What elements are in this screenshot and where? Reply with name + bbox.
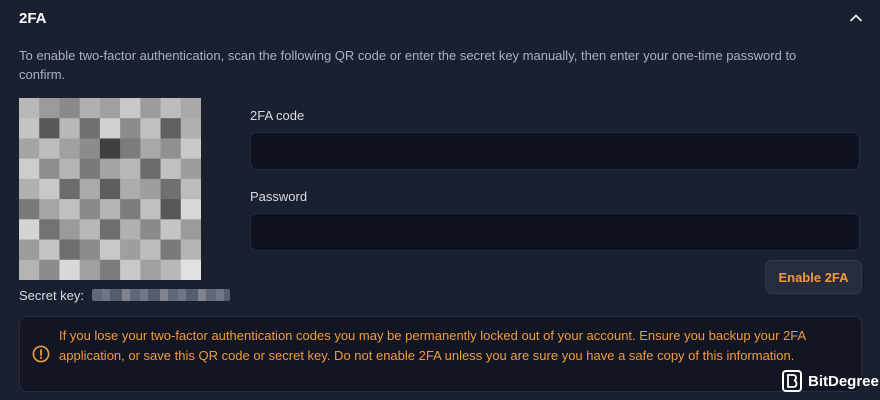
qr-cell <box>19 239 40 261</box>
qr-cell <box>160 118 182 139</box>
secret-key-label: Secret key: <box>19 287 85 303</box>
qr-cell <box>19 199 40 220</box>
qr-cell <box>160 259 182 280</box>
qr-cell <box>99 118 121 139</box>
qr-cell <box>160 138 182 160</box>
alert-circle-icon <box>32 345 50 363</box>
qr-cell <box>140 138 162 160</box>
password-input[interactable] <box>250 213 860 251</box>
qr-cell <box>39 158 60 180</box>
qr-cell <box>99 219 121 241</box>
secret-key-row: Secret key: <box>19 286 231 304</box>
qr-cell <box>140 239 162 261</box>
qr-cell <box>180 158 201 180</box>
qr-cell <box>140 259 162 280</box>
qr-cell <box>99 259 121 280</box>
qr-cell <box>59 219 81 241</box>
qr-cell <box>120 239 141 261</box>
qr-cell <box>160 199 182 220</box>
qr-cell <box>180 138 201 160</box>
warning-text: If you lose your two-factor authenticati… <box>59 328 806 363</box>
qr-cell <box>140 98 162 119</box>
qr-cell <box>59 138 81 160</box>
password-label: Password <box>250 189 308 204</box>
qr-cell <box>79 158 101 180</box>
qr-cell <box>79 219 101 241</box>
qr-cell <box>79 199 101 220</box>
qr-cell <box>180 98 201 119</box>
qr-cell <box>59 259 81 280</box>
qr-cell <box>160 178 182 200</box>
qr-cell <box>19 118 40 139</box>
qr-cell <box>39 178 60 200</box>
section-description: To enable two-factor authentication, sca… <box>19 48 797 82</box>
qr-cell <box>120 138 141 160</box>
qr-cell <box>160 158 182 180</box>
qr-cell <box>19 178 40 200</box>
qr-cell <box>39 199 60 220</box>
qr-cell <box>140 158 162 180</box>
qr-cell <box>140 219 162 241</box>
2fa-code-input[interactable] <box>250 132 860 170</box>
qr-cell <box>39 118 60 139</box>
qr-cell <box>180 239 201 261</box>
qr-cell <box>160 239 182 261</box>
qr-cell <box>120 178 141 200</box>
qr-cell <box>99 138 121 160</box>
qr-cell <box>59 199 81 220</box>
qr-cell <box>19 219 40 241</box>
qr-cell <box>59 118 81 139</box>
qr-cell <box>59 158 81 180</box>
qr-cell <box>39 98 60 119</box>
qr-cell <box>59 239 81 261</box>
qr-cell <box>180 178 201 200</box>
qr-cell <box>39 239 60 261</box>
qr-cell <box>99 178 121 200</box>
qr-cell <box>19 158 40 180</box>
qr-cell <box>79 118 101 139</box>
qr-cell <box>39 259 60 280</box>
qr-cell <box>120 118 141 139</box>
section-title: 2FA <box>19 10 47 27</box>
qr-cell <box>120 259 141 280</box>
qr-cell <box>99 98 121 119</box>
qr-code <box>19 98 201 280</box>
qr-cell <box>180 259 201 280</box>
enable-2fa-button[interactable]: Enable 2FA <box>765 260 862 294</box>
qr-cell <box>120 158 141 180</box>
qr-cell <box>180 199 201 220</box>
warning-box: If you lose your two-factor authenticati… <box>19 316 862 392</box>
qr-cell <box>99 239 121 261</box>
2fa-code-label: 2FA code <box>250 108 305 123</box>
qr-cell <box>79 239 101 261</box>
qr-cell <box>160 219 182 241</box>
qr-cell <box>99 158 121 180</box>
qr-cell <box>120 98 141 119</box>
qr-cell <box>99 199 121 220</box>
qr-cell <box>140 199 162 220</box>
qr-cell <box>79 259 101 280</box>
qr-cell <box>79 138 101 160</box>
qr-cell <box>160 98 182 119</box>
qr-cell <box>79 178 101 200</box>
bitdegree-logo-icon <box>782 370 802 392</box>
qr-cell <box>59 178 81 200</box>
qr-cell <box>59 98 81 119</box>
secret-key-value-redacted <box>92 289 231 301</box>
chevron-up-icon[interactable] <box>848 10 864 26</box>
qr-cell <box>140 178 162 200</box>
qr-cell <box>120 219 141 241</box>
qr-cell <box>180 219 201 241</box>
watermark: BitDegree <box>782 370 879 392</box>
qr-cell <box>180 118 201 139</box>
qr-cell <box>39 219 60 241</box>
qr-cell <box>120 199 141 220</box>
qr-cell <box>19 259 40 280</box>
qr-cell <box>140 118 162 139</box>
qr-cell <box>79 98 101 119</box>
qr-cell <box>39 138 60 160</box>
qr-cell <box>19 98 40 119</box>
watermark-brand: BitDegree <box>808 372 879 390</box>
qr-cell <box>19 138 40 160</box>
